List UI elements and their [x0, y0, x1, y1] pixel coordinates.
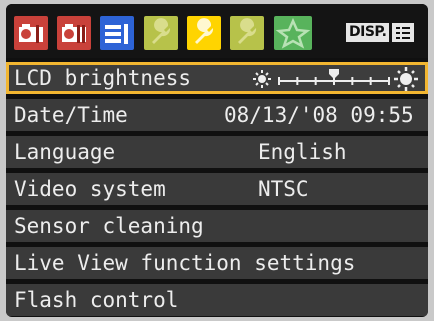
menu-item-video-system[interactable]: Video system NTSC	[6, 173, 428, 205]
tab-playback[interactable]	[100, 16, 134, 50]
tab-setup-1[interactable]	[144, 16, 178, 50]
date-time-value: 08/13/'08 09:55	[224, 103, 414, 127]
sun-large-icon	[394, 67, 418, 91]
disp-label: DISP.	[346, 23, 390, 42]
tab-setup-3[interactable]	[230, 16, 264, 50]
menu-item-label: Language	[14, 140, 116, 164]
sun-small-icon	[253, 70, 271, 88]
menu-item-lcd-brightness[interactable]: LCD brightness	[6, 62, 428, 94]
playback-icon	[105, 24, 128, 44]
tab-setup-2-active[interactable]	[187, 16, 221, 50]
menu-item-label: Flash control	[14, 288, 179, 312]
menu-item-label: Video system	[14, 177, 166, 201]
menu-item-live-view-settings[interactable]: Live View function settings	[6, 247, 428, 279]
info-list-icon	[392, 23, 415, 42]
menu-item-date-time[interactable]: Date/Time 08/13/'08 09:55	[6, 99, 428, 131]
brightness-slider[interactable]	[253, 67, 419, 91]
tab-shooting-2[interactable]	[57, 16, 91, 50]
wrench-icon	[195, 18, 214, 44]
menu-item-flash-control[interactable]: Flash control	[6, 284, 428, 316]
tab-shooting-1[interactable]	[14, 16, 48, 50]
star-icon	[275, 17, 311, 49]
video-system-value: NTSC	[258, 177, 309, 201]
menu-tab-bar: DISP.	[6, 4, 428, 58]
menu-item-label: LCD brightness	[14, 66, 192, 90]
brightness-track	[278, 69, 390, 85]
camera-lcd-screen: DISP. LCD brightness Date/Time 08/13/'08…	[6, 4, 428, 317]
slider-marker	[329, 69, 339, 79]
tab-my-menu[interactable]	[274, 16, 312, 50]
setup-menu-list: LCD brightness Date/Time 08/13/'08 09:55…	[6, 60, 428, 316]
menu-item-sensor-cleaning[interactable]: Sensor cleaning	[6, 210, 428, 242]
camera-icon	[62, 24, 86, 43]
menu-item-language[interactable]: Language English	[6, 136, 428, 168]
menu-item-label: Live View function settings	[14, 251, 356, 275]
disp-button-indicator: DISP.	[346, 23, 415, 42]
language-value: English	[258, 140, 347, 164]
menu-item-label: Sensor cleaning	[14, 214, 204, 238]
menu-item-label: Date/Time	[14, 103, 128, 127]
wrench-icon	[238, 18, 257, 44]
camera-icon	[19, 24, 43, 43]
wrench-icon	[152, 18, 171, 44]
